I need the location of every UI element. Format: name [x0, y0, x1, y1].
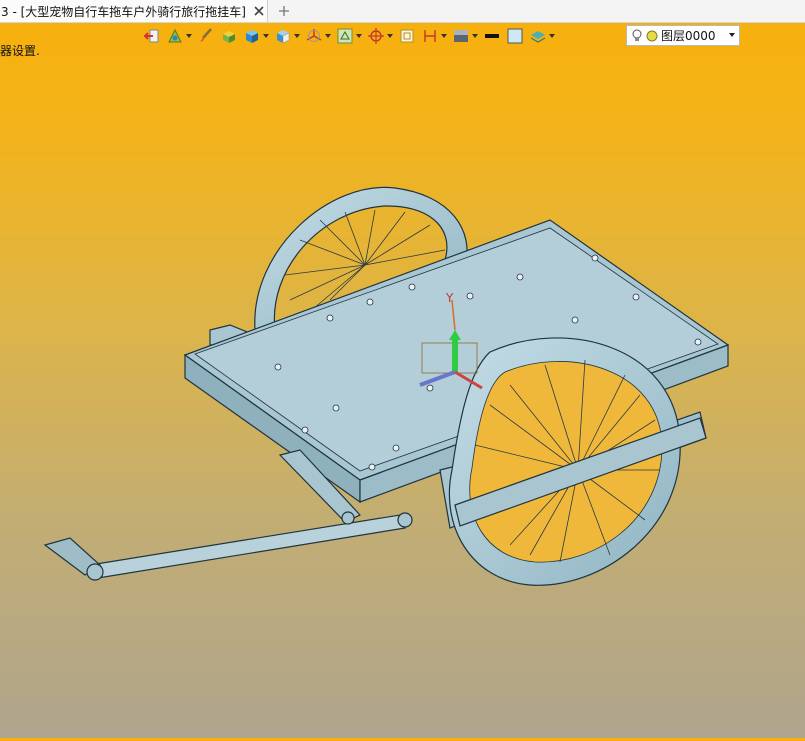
snap-target-icon[interactable] — [367, 25, 393, 47]
document-tab-title: 3 - [大型宠物自行车拖车户外骑行旅行拖挂车] — [1, 4, 246, 19]
close-icon[interactable] — [252, 4, 266, 18]
document-tab[interactable]: 3 - [大型宠物自行车拖车户外骑行旅行拖挂车] — [0, 0, 268, 22]
dimension-icon[interactable] — [421, 25, 447, 47]
solid-cube-icon[interactable] — [243, 25, 269, 47]
plus-icon[interactable] — [276, 2, 292, 20]
layer-selector[interactable]: 图层0000 — [626, 25, 740, 46]
view-arrow-icon[interactable] — [166, 25, 192, 47]
exit-sketch-icon[interactable] — [143, 25, 161, 47]
3d-viewport[interactable]: Y — [0, 60, 805, 738]
document-tab-bar: 3 - [大型宠物自行车拖车户外骑行旅行拖挂车] — [0, 0, 805, 23]
wireframe-view-icon[interactable] — [336, 25, 362, 47]
line-color-icon[interactable] — [483, 25, 501, 47]
render-style-icon[interactable] — [220, 25, 238, 47]
lightbulb-icon[interactable] — [632, 29, 642, 43]
display-cube-icon[interactable] — [274, 25, 300, 47]
chevron-down-icon[interactable] — [729, 33, 735, 37]
axis-view-icon[interactable] — [305, 25, 331, 47]
layer-color-icon — [646, 30, 658, 42]
shading-icon[interactable] — [452, 25, 478, 47]
fill-color-icon[interactable] — [506, 25, 524, 47]
y-axis-label: Y — [445, 291, 454, 305]
layer-name: 图层0000 — [661, 29, 716, 43]
frame-icon[interactable] — [398, 25, 416, 47]
view-toolbar — [143, 24, 560, 48]
front-wheel — [448, 337, 681, 586]
status-text: 器设置. — [0, 44, 40, 58]
bicycle-trailer-3d-model[interactable]: Y — [0, 60, 805, 738]
layers-icon[interactable] — [529, 25, 555, 47]
brush-icon[interactable] — [197, 25, 215, 47]
